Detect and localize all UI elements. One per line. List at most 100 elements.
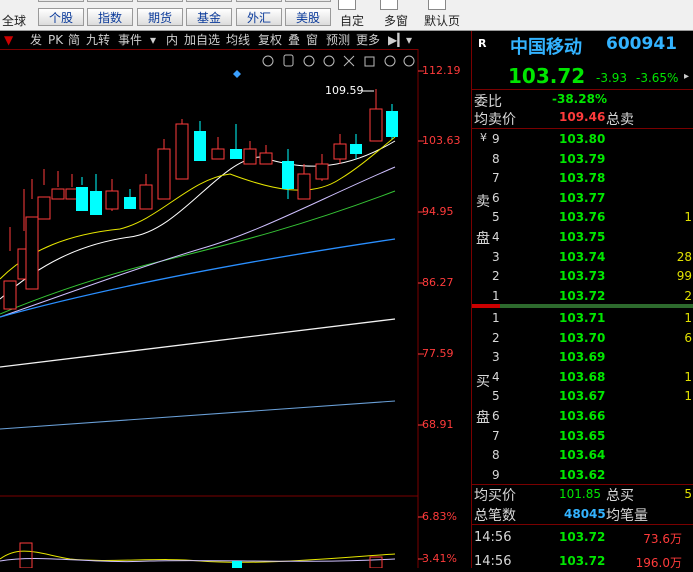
ask-row[interactable]: 5 103.76 1: [472, 208, 693, 228]
chart-tools[interactable]: [262, 54, 415, 67]
trade-amount: 196.0万: [635, 556, 682, 570]
toolbar-jiuzhuan[interactable]: 九转: [86, 32, 110, 48]
bid-level: 1: [492, 311, 500, 325]
toolbar-pk[interactable]: PK: [48, 32, 63, 48]
bid-price: 103.68: [559, 369, 606, 384]
candle-body: [315, 163, 329, 180]
bid-row[interactable]: 5 103.67 1: [472, 387, 693, 407]
candle-body: [211, 148, 225, 160]
toolbar-forecast[interactable]: 预测: [326, 32, 350, 48]
toolbar-fuquan[interactable]: 复权: [258, 32, 282, 48]
customize-icon[interactable]: [338, 0, 356, 10]
multi-window-icon[interactable]: [380, 0, 398, 10]
forward-icon[interactable]: [323, 55, 335, 67]
toolbar-dropdown-icon[interactable]: ▾: [150, 32, 156, 48]
bid-row[interactable]: 4 103.68 1: [472, 368, 693, 388]
bid-row[interactable]: 7 103.65: [472, 427, 693, 447]
stock-name: 中国移动: [510, 37, 582, 58]
bid-row[interactable]: 1 103.71 1: [472, 309, 693, 329]
candle-body: [105, 190, 119, 210]
ask-row[interactable]: 8 103.79: [472, 150, 693, 170]
ask-row[interactable]: 9 103.80: [472, 130, 693, 150]
bid-row[interactable]: 6 103.66: [472, 407, 693, 427]
trade-price: 103.72: [559, 530, 606, 544]
toolbar-shijian[interactable]: 事件: [118, 32, 142, 48]
multi-window-label[interactable]: 多窗: [384, 12, 408, 29]
bid-row[interactable]: 9 103.62: [472, 466, 693, 486]
ask-row[interactable]: 3 103.74 28: [472, 248, 693, 268]
ask-price: 103.72: [559, 288, 606, 303]
ask-price: 103.80: [559, 132, 606, 146]
bid-volume: 1: [684, 369, 692, 384]
zoom-out-icon[interactable]: [403, 55, 415, 67]
play-icon[interactable]: [303, 55, 315, 67]
zoom-in-icon[interactable]: [384, 55, 396, 67]
candle-body: [230, 149, 242, 159]
scissors-icon[interactable]: [343, 55, 355, 67]
bid-row[interactable]: 3 103.69: [472, 348, 693, 368]
ask-price: 103.73: [559, 269, 606, 284]
toolbar-more[interactable]: 更多: [356, 32, 380, 48]
bid-price: 103.64: [559, 448, 606, 463]
candle-body: [386, 111, 398, 137]
avg-sell-label: 均卖价: [474, 112, 516, 128]
high-price-annotation: 109.59: [325, 84, 364, 97]
ask-level: 7: [492, 171, 500, 186]
candle-body: [37, 196, 51, 220]
more-arrow-icon[interactable]: ▸: [684, 71, 689, 82]
ask-row[interactable]: 7 103.78: [472, 169, 693, 189]
hand-icon[interactable]: [283, 54, 294, 67]
panel-toggle-icon[interactable]: ▶▎: [388, 32, 406, 48]
price-axis-label: 94.95: [422, 205, 454, 218]
bid-row[interactable]: 8 103.64: [472, 446, 693, 466]
nav-button-qihuo[interactable]: 期货: [137, 8, 183, 26]
nav-button-meigu[interactable]: 美股: [285, 8, 331, 26]
customize-label[interactable]: 自定: [340, 12, 364, 29]
bid-price: 103.67: [559, 389, 606, 404]
ask-row[interactable]: 2 103.73 99: [472, 267, 693, 287]
toolbar-add-watchlist[interactable]: 加自选: [184, 32, 220, 48]
candlesticks[interactable]: [3, 89, 398, 310]
candle-body: [194, 131, 206, 161]
collapse-arrow-icon[interactable]: ▼: [4, 32, 13, 48]
candle-body: [297, 173, 311, 200]
candle-body: [175, 123, 189, 180]
ask-volume: 28: [676, 249, 692, 264]
toolbar-fa[interactable]: 发: [30, 32, 42, 48]
candle-body: [369, 108, 383, 142]
total-buy-value: 5: [684, 487, 692, 501]
ask-price: 103.77: [559, 190, 606, 205]
ask-level: 8: [492, 151, 500, 166]
trade-row: 14:56 103.72 196.0万: [472, 552, 693, 572]
bid-price: 103.70: [559, 330, 606, 345]
global-label[interactable]: 全球: [2, 12, 26, 29]
default-page-label[interactable]: 默认页: [424, 12, 460, 29]
toolbar-nei[interactable]: 内: [166, 32, 178, 48]
default-page-icon[interactable]: [428, 0, 446, 10]
nav-button-gegu[interactable]: 个股: [38, 8, 84, 26]
kline-chart[interactable]: 109.59: [0, 49, 470, 568]
nav-button-jijin[interactable]: 基金: [186, 8, 232, 26]
ask-price: 103.79: [559, 151, 606, 166]
nav-button-zhishu[interactable]: 指数: [87, 8, 133, 26]
bid-row[interactable]: 2 103.70 6: [472, 329, 693, 349]
candle-body: [76, 187, 88, 211]
bid-price: 103.71: [559, 311, 606, 325]
nav-button-waihui[interactable]: 外汇: [236, 8, 282, 26]
toolbar-dropdown2-icon[interactable]: ▾: [406, 32, 412, 48]
price-change: -3.93: [596, 71, 628, 85]
lock-icon[interactable]: [364, 56, 375, 67]
ask-row[interactable]: 6 103.77: [472, 189, 693, 209]
toolbar-overlay[interactable]: 叠: [288, 32, 300, 48]
toolbar-ma[interactable]: 均线: [226, 32, 250, 48]
eye-icon[interactable]: [262, 55, 274, 67]
event-marker-icon[interactable]: [233, 70, 241, 78]
candle-body: [3, 280, 17, 310]
bid-ask-divider: [472, 304, 693, 308]
ask-row[interactable]: 4 103.75: [472, 228, 693, 248]
toolbar-jian[interactable]: 简: [68, 32, 80, 48]
top-nav-bar: 全球 个股 指数 期货 基金 外汇 美股 自定 多窗 默认页: [0, 0, 693, 31]
toolbar-window[interactable]: 窗: [306, 32, 318, 48]
bid-volume: 1: [684, 311, 692, 325]
price-axis-label: 68.91: [422, 418, 454, 431]
